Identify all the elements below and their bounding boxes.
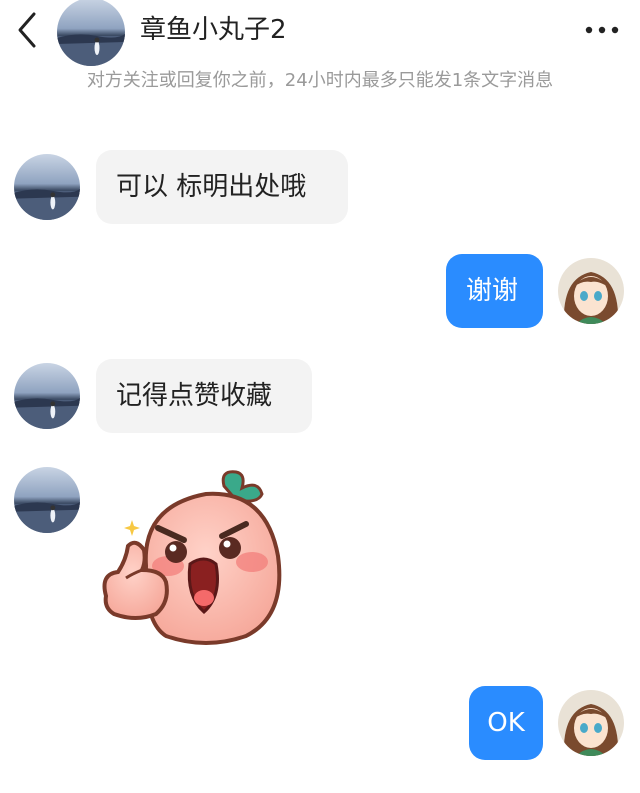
peach-thumbs-up-sticker[interactable]: [96, 466, 296, 650]
back-button[interactable]: [10, 10, 46, 50]
contact-avatar[interactable]: [14, 467, 80, 533]
more-options-button[interactable]: [580, 14, 624, 46]
chevron-left-icon: [18, 12, 36, 48]
message-bubble-outgoing[interactable]: OK: [469, 686, 543, 760]
my-avatar[interactable]: [558, 258, 624, 324]
contact-avatar[interactable]: [57, 0, 125, 66]
message-bubble-incoming[interactable]: 记得点赞收藏: [96, 359, 312, 433]
contact-name: 章鱼小丸子2: [140, 15, 287, 45]
chat-screen: 章鱼小丸子2 对方关注或回复你之前，24小时内最多只能发1条文字消息 可以 标明…: [0, 0, 640, 793]
more-dots-icon: [585, 26, 619, 34]
message-bubble-outgoing[interactable]: 谢谢: [446, 254, 543, 328]
my-avatar[interactable]: [558, 690, 624, 756]
chat-header: 章鱼小丸子2: [0, 0, 640, 66]
contact-avatar[interactable]: [14, 154, 80, 220]
messaging-limit-notice: 对方关注或回复你之前，24小时内最多只能发1条文字消息: [86, 70, 554, 91]
message-bubble-incoming[interactable]: 可以 标明出处哦: [96, 150, 348, 224]
contact-avatar[interactable]: [14, 363, 80, 429]
